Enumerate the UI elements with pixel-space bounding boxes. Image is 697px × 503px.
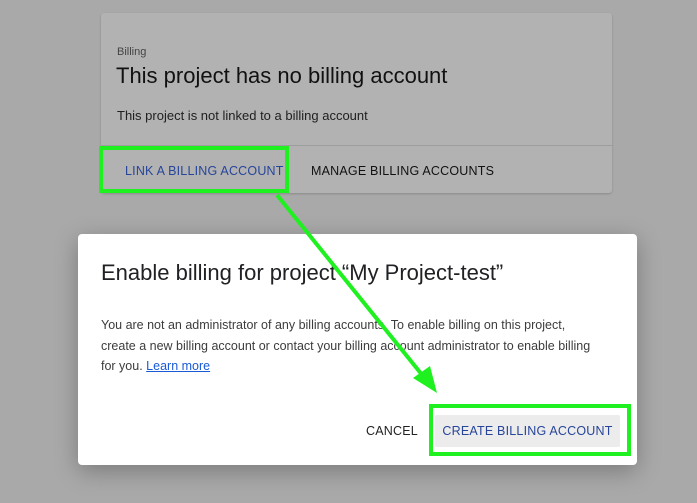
arrow-shaft: [275, 193, 425, 378]
annotation-arrow: [275, 193, 437, 393]
